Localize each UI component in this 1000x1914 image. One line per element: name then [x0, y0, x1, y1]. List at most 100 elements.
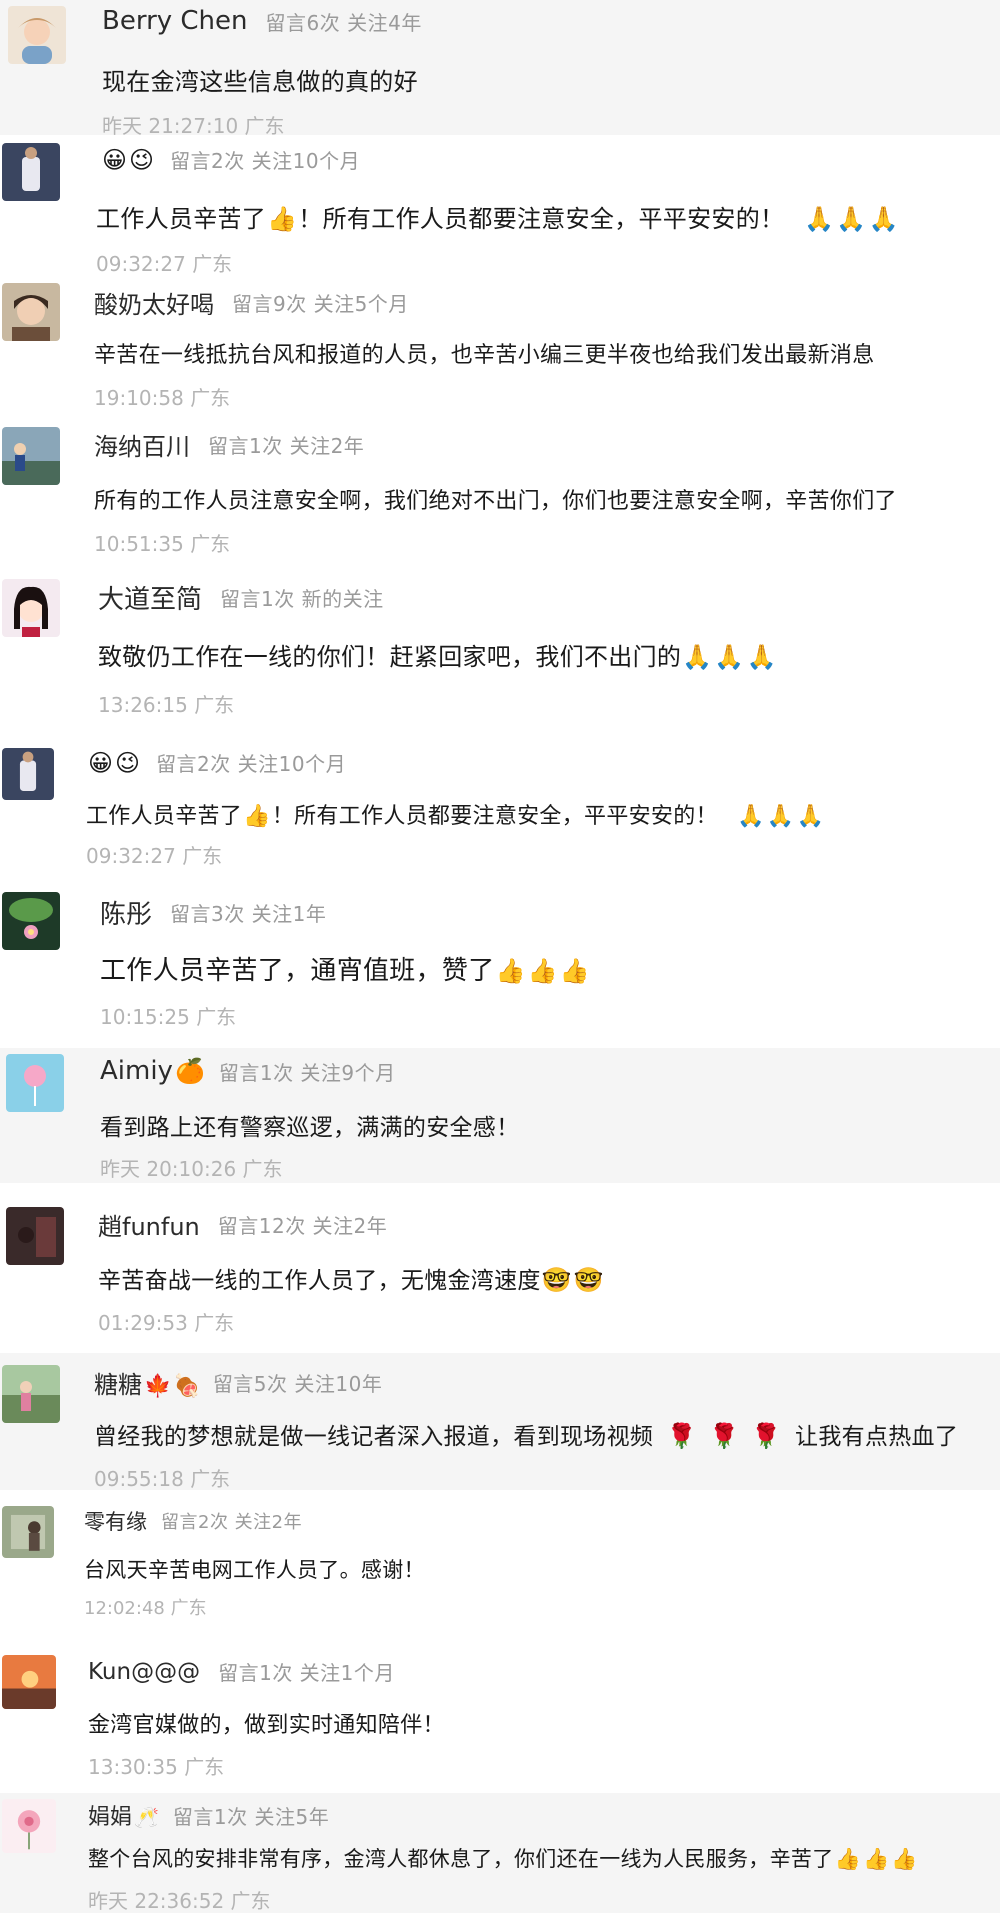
avatar[interactable] [2, 143, 60, 201]
commenter-name[interactable]: 零有缘 [84, 1506, 147, 1536]
comment-location: 广东 [194, 693, 235, 717]
comment-location: 广东 [242, 1157, 283, 1181]
comment-location: 广东 [182, 844, 223, 868]
comment-item: 海纳百川 留言1次 关注2年 所有的工作人员注意安全啊，我们绝对不出门，你们也要… [0, 415, 1000, 565]
avatar[interactable] [2, 1365, 60, 1423]
comment-meta: 09:32:27 广东 [96, 248, 232, 277]
commenter-name[interactable]: Aimiy🍊 [100, 1056, 205, 1086]
comment-meta: 19:10:58 广东 [94, 382, 230, 411]
comment-time: 13:30:35 [88, 1755, 178, 1779]
avatar[interactable] [2, 427, 60, 485]
comment-item: 😀 😉 留言2次 关注10个月 工作人员辛苦了👍！所有工作人员都要注意安全，平平… [0, 135, 1000, 277]
pray-icon: 🙏 [804, 205, 835, 233]
comment-text: 工作人员辛苦了👍！所有工作人员都要注意安全，平平安安的！ 🙏🙏🙏 [86, 804, 825, 829]
comment-text: 整个台风的安排非常有序，金湾人都休息了，你们还在一线为人民服务，辛苦了👍👍👍 [88, 1847, 918, 1871]
commenter-name[interactable]: 趙funfun [98, 1207, 200, 1242]
thumbs-up-icon: 👍 [559, 957, 591, 985]
comment-text: 台风天辛苦电网工作人员了。感谢！ [84, 1558, 425, 1582]
comment-item: Aimiy🍊 留言1次 关注9个月 看到路上还有警察巡逻，满满的安全感！ 昨天 … [0, 1048, 1000, 1183]
rose-icon: 🌹 [751, 1422, 782, 1450]
nerd-icon: 🤓 [541, 1266, 572, 1294]
pray-icon: 🙏 [682, 643, 713, 671]
comment-item: 零有缘 留言2次 关注2年 台风天辛苦电网工作人员了。感谢！ 12:02:48 … [0, 1490, 1000, 1645]
comment-header: 大道至简 留言1次 新的关注 [98, 579, 384, 616]
avatar[interactable] [2, 283, 60, 341]
comment-time: 09:55:18 [94, 1467, 184, 1491]
commenter-name[interactable]: 娟娟 🥂 [88, 1799, 159, 1831]
avatar[interactable] [2, 1506, 54, 1558]
thumbs-up-icon: 👍 [891, 1847, 918, 1871]
comment-header: 糖糖🍁🍖 留言5次 关注10年 [94, 1365, 382, 1400]
pray-icon: 🙏 [714, 643, 745, 671]
comment-item: Berry Chen 留言6次 关注4年 现在金湾这些信息做的真的好 昨天 21… [0, 0, 1000, 138]
comment-header: 陈彤 留言3次 关注1年 [100, 894, 326, 931]
pray-icon: 🙏 [796, 804, 825, 829]
comment-location: 广东 [194, 1311, 235, 1335]
pray-icon: 🙏 [746, 643, 777, 671]
comment-header: 海纳百川 留言1次 关注2年 [94, 427, 364, 462]
meat-icon: 🍖 [173, 1374, 201, 1399]
thumbs-up-icon: 👍 [495, 957, 526, 985]
maple-leaf-icon: 🍁 [144, 1374, 172, 1399]
comment-location: 广东 [170, 1598, 207, 1619]
avatar[interactable] [2, 892, 60, 950]
comment-location: 广东 [190, 386, 231, 410]
commenter-name[interactable]: 糖糖🍁🍖 [94, 1365, 201, 1400]
avatar[interactable] [2, 1799, 56, 1853]
commenter-name[interactable]: 陈彤 [100, 894, 152, 931]
avatar[interactable] [6, 1054, 64, 1112]
comment-text: 工作人员辛苦了，通宵值班，赞了👍👍👍 [100, 956, 591, 986]
orange-icon: 🍊 [174, 1057, 205, 1085]
comment-text: 曾经我的梦想就是做一线记者深入报道，看到现场视频 🌹 🌹 🌹 让我有点热血了 [94, 1422, 959, 1450]
comment-item: 陈彤 留言3次 关注1年 工作人员辛苦了，通宵值班，赞了👍👍👍 10:15:25… [0, 870, 1000, 1048]
comment-stats: 留言1次 关注5年 [172, 1804, 330, 1829]
comment-meta: 12:02:48 广东 [84, 1594, 207, 1620]
comment-location: 广东 [190, 532, 231, 556]
comment-meta: 昨天 20:10:26 广东 [100, 1153, 283, 1182]
comment-stats: 留言5次 关注10年 [212, 1372, 383, 1396]
pray-icon: 🙏 [737, 804, 765, 829]
avatar[interactable] [6, 1207, 64, 1265]
avatar[interactable] [2, 748, 54, 800]
thumbs-up-icon: 👍 [527, 957, 558, 985]
comment-item: 糖糖🍁🍖 留言5次 关注10年 曾经我的梦想就是做一线记者深入报道，看到现场视频… [0, 1353, 1000, 1492]
wink-icon: 😉 [129, 145, 155, 174]
commenter-name[interactable]: 大道至简 [98, 579, 202, 616]
comment-location: 广东 [184, 1755, 225, 1779]
comment-header: 零有缘 留言2次 关注2年 [84, 1506, 302, 1536]
comment-time: 12:02:48 [84, 1598, 165, 1619]
avatar[interactable] [2, 1655, 56, 1709]
comment-header: 酸奶太好喝 留言9次 关注5个月 [94, 285, 409, 320]
comment-stats: 留言1次 新的关注 [220, 587, 384, 611]
comment-time: 01:29:53 [98, 1311, 188, 1335]
comment-header: 😀 😉 留言2次 关注10个月 [100, 145, 360, 174]
avatar[interactable] [2, 579, 60, 637]
smile-icon: 😀 [102, 145, 128, 174]
comment-text: 辛苦奋战一线的工作人员了，无愧金湾速度🤓🤓 [98, 1266, 605, 1294]
comment-time: 09:32:27 [96, 252, 186, 276]
comment-meta: 13:30:35 广东 [88, 1751, 224, 1780]
comment-location: 广东 [196, 1005, 237, 1029]
commenter-name[interactable]: 海纳百川 [94, 427, 190, 462]
comment-time: 19:10:58 [94, 386, 184, 410]
comment-text: 致敬仍工作在一线的你们！赶紧回家吧，我们不出门的🙏🙏🙏 [98, 643, 777, 671]
comment-stats: 留言1次 关注2年 [208, 434, 365, 458]
comment-item: 大道至简 留言1次 新的关注 致敬仍工作在一线的你们！赶紧回家吧，我们不出门的🙏… [0, 565, 1000, 720]
commenter-name[interactable]: Kun@@@ [88, 1659, 200, 1685]
avatar[interactable] [8, 6, 66, 64]
comment-header: 娟娟 🥂 留言1次 关注5年 [88, 1799, 329, 1831]
comment-time: 09:32:27 [86, 844, 176, 868]
comment-meta: 01:29:53 广东 [98, 1307, 234, 1336]
comment-text: 金湾官媒做的，做到实时通知陪伴！ [88, 1713, 445, 1738]
commenter-name[interactable]: 酸奶太好喝 [94, 285, 214, 320]
thumbs-up-icon: 👍 [243, 804, 271, 829]
rose-icon: 🌹 [666, 1422, 698, 1450]
cheers-icon: 🥂 [134, 1805, 159, 1829]
comment-time: 昨天 20:10:26 [100, 1157, 237, 1181]
comment-meta: 10:15:25 广东 [100, 1001, 236, 1030]
commenter-name[interactable]: Berry Chen [102, 6, 248, 36]
comment-item: Kun@@@ 留言1次 关注1个月 金湾官媒做的，做到实时通知陪伴！ 13:30… [0, 1645, 1000, 1793]
comment-stats: 留言2次 关注10个月 [170, 149, 361, 173]
comment-text: 所有的工作人员注意安全啊，我们绝对不出门，你们也要注意安全啊，辛苦你们了 [94, 489, 897, 514]
comment-meta: 09:55:18 广东 [94, 1463, 230, 1492]
